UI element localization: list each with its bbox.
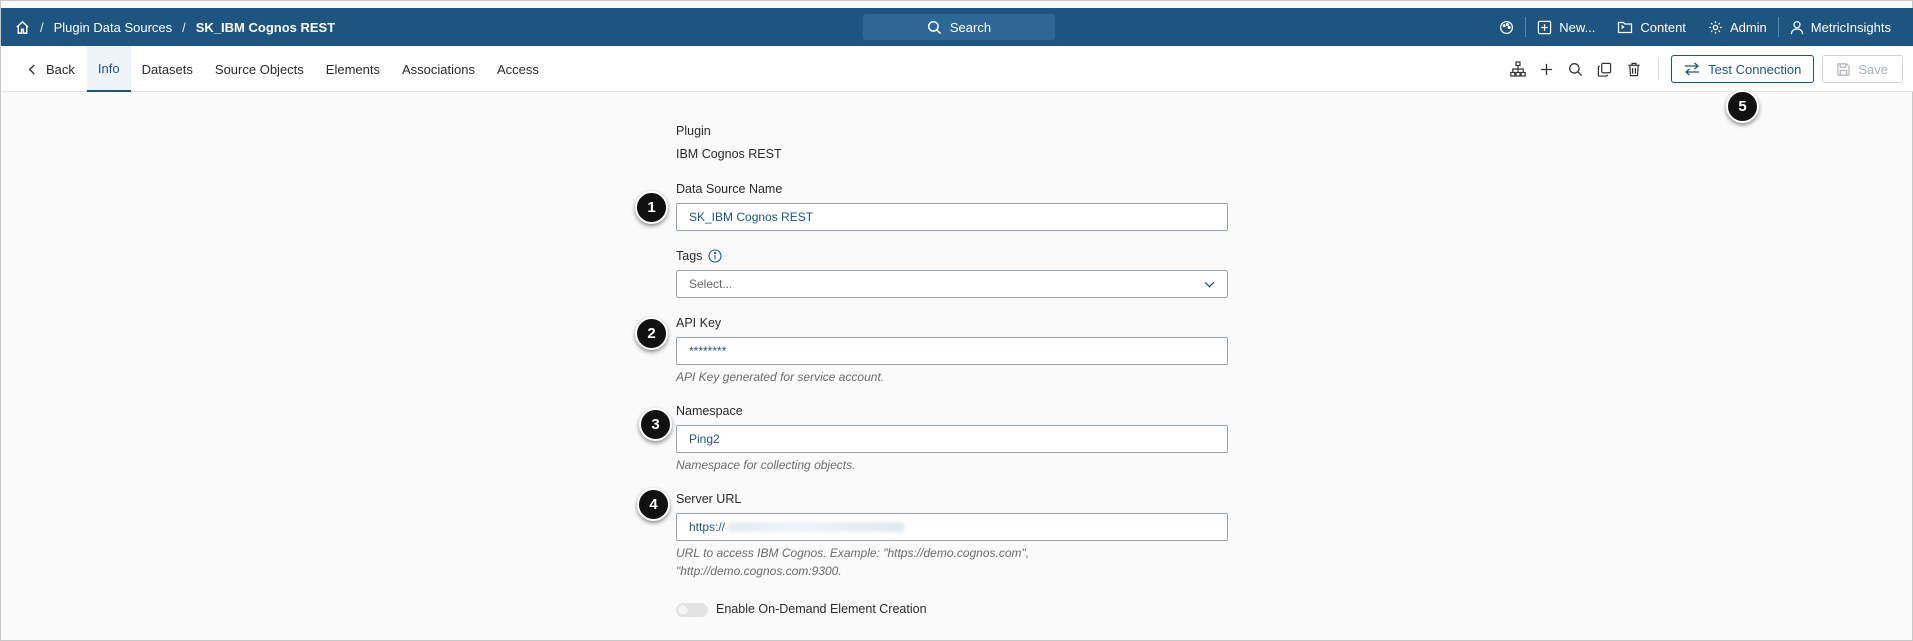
info-icon[interactable] bbox=[708, 249, 722, 263]
admin-label: Admin bbox=[1729, 19, 1767, 35]
content-label: Content bbox=[1640, 19, 1686, 35]
tags-placeholder: Select... bbox=[689, 277, 733, 291]
namespace-label: Namespace bbox=[676, 404, 743, 418]
new-button[interactable]: New... bbox=[1526, 16, 1606, 38]
lineage-button[interactable] bbox=[1503, 55, 1532, 83]
user-menu-button[interactable]: MetricInsights bbox=[1779, 16, 1902, 38]
toolbar-actions: Test Connection Save bbox=[1503, 46, 1903, 92]
breadcrumb: / Plugin Data Sources / SK_IBM Cognos RE… bbox=[15, 8, 335, 46]
chevron-left-icon bbox=[28, 63, 36, 75]
search-icon bbox=[1568, 62, 1583, 77]
on-demand-label: Enable On-Demand Element Creation bbox=[716, 602, 927, 616]
home-icon[interactable] bbox=[15, 20, 30, 35]
user-label: MetricInsights bbox=[1810, 19, 1891, 35]
callout-5: 5 bbox=[1726, 90, 1759, 123]
tab-info[interactable]: Info bbox=[86, 46, 131, 92]
breadcrumb-plugin-data-sources[interactable]: Plugin Data Sources bbox=[54, 20, 173, 35]
api-key-label: API Key bbox=[676, 316, 722, 330]
server-url-input[interactable]: https:// bbox=[676, 513, 1228, 541]
palette-icon bbox=[1499, 20, 1514, 35]
floppy-disk-icon bbox=[1837, 62, 1850, 76]
back-button[interactable]: Back bbox=[2, 46, 87, 92]
callout-4: 4 bbox=[637, 488, 670, 521]
global-search-button[interactable]: Search bbox=[863, 14, 1055, 40]
find-button[interactable] bbox=[1561, 55, 1590, 83]
breadcrumb-separator: / bbox=[182, 19, 186, 35]
plus-square-icon bbox=[1537, 20, 1552, 35]
breadcrumb-current: SK_IBM Cognos REST bbox=[195, 19, 336, 35]
tab-datasets[interactable]: Datasets bbox=[131, 46, 204, 92]
server-url-value: https:// bbox=[689, 520, 726, 534]
tags-label: Tags bbox=[676, 249, 703, 263]
server-url-label: Server URL bbox=[676, 492, 742, 506]
save-label: Save bbox=[1858, 61, 1888, 77]
callout-1: 1 bbox=[635, 191, 668, 224]
server-url-hint: URL to access IBM Cognos. Example: "http… bbox=[676, 546, 1030, 578]
content-button[interactable]: Content bbox=[1606, 16, 1697, 38]
copy-button[interactable] bbox=[1590, 55, 1619, 83]
swap-arrows-icon bbox=[1684, 62, 1700, 76]
save-button[interactable]: Save bbox=[1822, 55, 1903, 83]
copy-icon bbox=[1597, 62, 1612, 77]
callout-2: 2 bbox=[635, 317, 668, 350]
user-icon bbox=[1790, 20, 1804, 35]
api-key-input[interactable] bbox=[676, 337, 1228, 365]
namespace-hint: Namespace for collecting objects. bbox=[676, 458, 856, 472]
palette-button[interactable] bbox=[1488, 16, 1525, 38]
namespace-input[interactable] bbox=[676, 425, 1228, 453]
search-icon bbox=[927, 20, 942, 35]
tab-source-objects[interactable]: Source Objects bbox=[204, 46, 315, 92]
data-source-name-label: Data Source Name bbox=[676, 182, 783, 196]
tab-associations[interactable]: Associations bbox=[391, 46, 486, 92]
tab-toolbar: Back Info Datasets Source Objects Elemen… bbox=[2, 46, 1913, 92]
redacted-url bbox=[727, 522, 906, 532]
plugin-label: Plugin bbox=[676, 124, 711, 138]
hierarchy-icon bbox=[1509, 61, 1526, 77]
tab-elements[interactable]: Elements bbox=[315, 46, 391, 92]
admin-button[interactable]: Admin bbox=[1697, 16, 1778, 38]
on-demand-toggle[interactable] bbox=[676, 603, 708, 617]
delete-button[interactable] bbox=[1619, 55, 1648, 83]
test-connection-label: Test Connection bbox=[1708, 61, 1802, 77]
data-source-name-input[interactable] bbox=[676, 203, 1228, 231]
tab-list: Back Info Datasets Source Objects Elemen… bbox=[2, 46, 550, 92]
back-label: Back bbox=[46, 61, 75, 77]
add-button[interactable] bbox=[1532, 55, 1561, 83]
api-key-hint: API Key generated for service account. bbox=[676, 370, 885, 384]
test-connection-button[interactable]: Test Connection bbox=[1671, 55, 1815, 83]
tab-access[interactable]: Access bbox=[486, 46, 550, 92]
plugin-value: IBM Cognos REST bbox=[676, 147, 782, 161]
chevron-down-icon bbox=[1204, 281, 1215, 288]
folder-icon bbox=[1617, 20, 1633, 34]
trash-icon bbox=[1627, 62, 1641, 77]
divider bbox=[1658, 58, 1660, 80]
tags-label-row: Tags bbox=[676, 249, 722, 263]
callout-3: 3 bbox=[639, 408, 672, 441]
top-actions: New... Content Admin MetricInsights bbox=[1488, 8, 1902, 46]
new-label: New... bbox=[1559, 19, 1596, 35]
search-label: Search bbox=[949, 19, 992, 35]
plus-icon bbox=[1540, 63, 1553, 76]
top-navigation-bar: / Plugin Data Sources / SK_IBM Cognos RE… bbox=[1, 8, 1913, 46]
app-window: / Plugin Data Sources / SK_IBM Cognos RE… bbox=[0, 0, 1913, 641]
breadcrumb-separator: / bbox=[40, 19, 44, 35]
gear-icon bbox=[1708, 20, 1723, 35]
tags-select[interactable]: Select... bbox=[676, 270, 1228, 298]
